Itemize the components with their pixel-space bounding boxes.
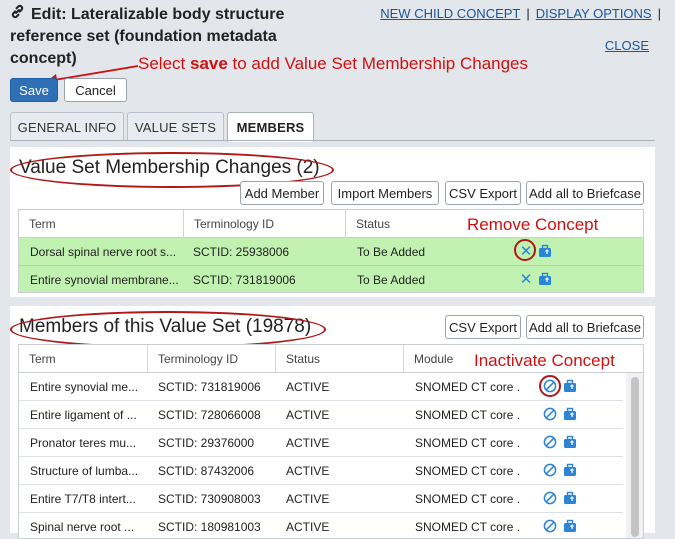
tab-general-info[interactable]: GENERAL INFO [10,112,124,141]
row-module: SNOMED CT core ... [415,492,519,506]
row-term: Dorsal spinal nerve root s... [30,245,177,259]
tab-members[interactable]: MEMBERS [227,112,314,142]
row-status: ACTIVE [286,436,330,450]
row-terminology-id: SCTID: 731819006 [193,273,296,287]
save-annotation: Select save to add Value Set Membership … [138,54,528,74]
briefcase-icon[interactable] [563,379,579,395]
inactivate-icon[interactable] [543,435,559,451]
row-status: ACTIVE [286,464,330,478]
row-terminology-id: SCTID: 731819006 [158,380,261,394]
row-status: ACTIVE [286,492,330,506]
csv-export-button[interactable]: CSV Export [445,181,521,205]
save-annotation-prefix: Select [138,54,190,73]
new-child-concept-link[interactable]: NEW CHILD CONCEPT [380,6,520,21]
save-annotation-suffix: to add Value Set Membership Changes [227,54,529,73]
save-button[interactable]: Save [10,78,58,102]
row-status: ACTIVE [286,380,330,394]
import-members-button[interactable]: Import Members [331,181,439,205]
column-term[interactable]: Term [19,210,183,238]
link-icon [10,4,25,26]
members-csv-export-button[interactable]: CSV Export [445,315,521,339]
row-terminology-id: SCTID: 87432006 [158,464,255,478]
column-status[interactable]: Status [275,345,403,373]
inactivate-icon[interactable] [543,407,559,423]
row-terminology-id: SCTID: 29376000 [158,436,255,450]
row-module: SNOMED CT core ... [415,464,519,478]
display-options-link[interactable]: DISPLAY OPTIONS [536,6,652,21]
save-annotation-bold: save [189,54,228,73]
table-row[interactable]: Entire synovial me... SCTID: 731819006 ACT… [19,373,623,401]
row-term: Entire T7/T8 intert... [30,492,136,506]
row-term: Structure of lumba... [30,464,139,478]
members-add-all-briefcase-button[interactable]: Add all to Briefcase [526,315,644,339]
table-row[interactable]: Entire ligament of ... SCTID: 728066008 AC… [19,401,623,429]
briefcase-icon[interactable] [538,272,554,288]
briefcase-icon[interactable] [563,407,579,423]
inactivate-concept-annotation: Inactivate Concept [474,351,615,370]
header-links: NEW CHILD CONCEPT | DISPLAY OPTIONS | [380,4,661,24]
remove-icon[interactable]: ✕ [518,272,534,288]
row-status: To Be Added [357,245,426,259]
table-row[interactable]: Spinal nerve root ... SCTID: 180981003 ACT… [19,513,623,538]
column-status[interactable]: Status [345,210,485,238]
briefcase-icon[interactable] [563,435,579,451]
table-row[interactable]: Entire T7/T8 intert... SCTID: 730908003 AC… [19,485,623,513]
row-module: SNOMED CT core ... [415,408,519,422]
inactivate-icon-highlight [539,375,561,397]
remove-icon-highlight [514,239,536,261]
link-separator-end: | [657,6,661,21]
inactivate-icon[interactable] [543,463,559,479]
scrollbar-thumb[interactable] [631,377,639,537]
briefcase-icon[interactable] [563,463,579,479]
briefcase-icon[interactable] [538,244,554,260]
table-row[interactable]: Entire synovial membrane... SCTID: 73181… [19,266,643,292]
briefcase-icon[interactable] [563,491,579,507]
row-term: Entire synovial membrane... [30,273,179,287]
row-term: Entire synovial me... [30,380,139,394]
row-term: Pronator teres mu... [30,436,137,450]
cancel-button[interactable]: Cancel [64,78,127,102]
column-terminology-id[interactable]: Terminology ID [183,210,345,238]
add-all-briefcase-button[interactable]: Add all to Briefcase [526,181,644,205]
row-terminology-id: SCTID: 25938006 [193,245,290,259]
members-scrollbar[interactable] [626,373,643,538]
members-grid: Term Terminology ID Status Module Entire… [18,344,644,539]
table-row[interactable]: Dorsal spinal nerve root s... SCTID: 259… [19,238,643,266]
add-member-button[interactable]: Add Member [240,181,324,205]
tab-divider [10,140,655,141]
row-module: SNOMED CT core ... [415,380,519,394]
remove-concept-annotation: Remove Concept [467,215,599,234]
column-term[interactable]: Term [19,345,147,373]
row-status: ACTIVE [286,520,330,534]
close-link[interactable]: CLOSE [605,38,649,53]
row-status: To Be Added [357,273,426,287]
members-title-highlight [10,311,326,348]
row-status: ACTIVE [286,408,330,422]
row-term: Spinal nerve root ... [30,520,135,534]
row-term: Entire ligament of ... [30,408,137,422]
table-row[interactable]: Pronator teres mu... SCTID: 29376000 ACTIV… [19,429,623,457]
row-terminology-id: SCTID: 730908003 [158,492,261,506]
row-terminology-id: SCTID: 180981003 [158,520,261,534]
row-module: SNOMED CT core ... [415,436,519,450]
inactivate-icon[interactable] [543,491,559,507]
table-row[interactable]: Structure of lumba... SCTID: 87432006 ACTI… [19,457,623,485]
row-terminology-id: SCTID: 728066008 [158,408,261,422]
tab-value-sets[interactable]: VALUE SETS [127,112,224,141]
link-separator: | [526,6,530,21]
column-terminology-id[interactable]: Terminology ID [147,345,275,373]
row-module: SNOMED CT core ... [415,520,519,534]
